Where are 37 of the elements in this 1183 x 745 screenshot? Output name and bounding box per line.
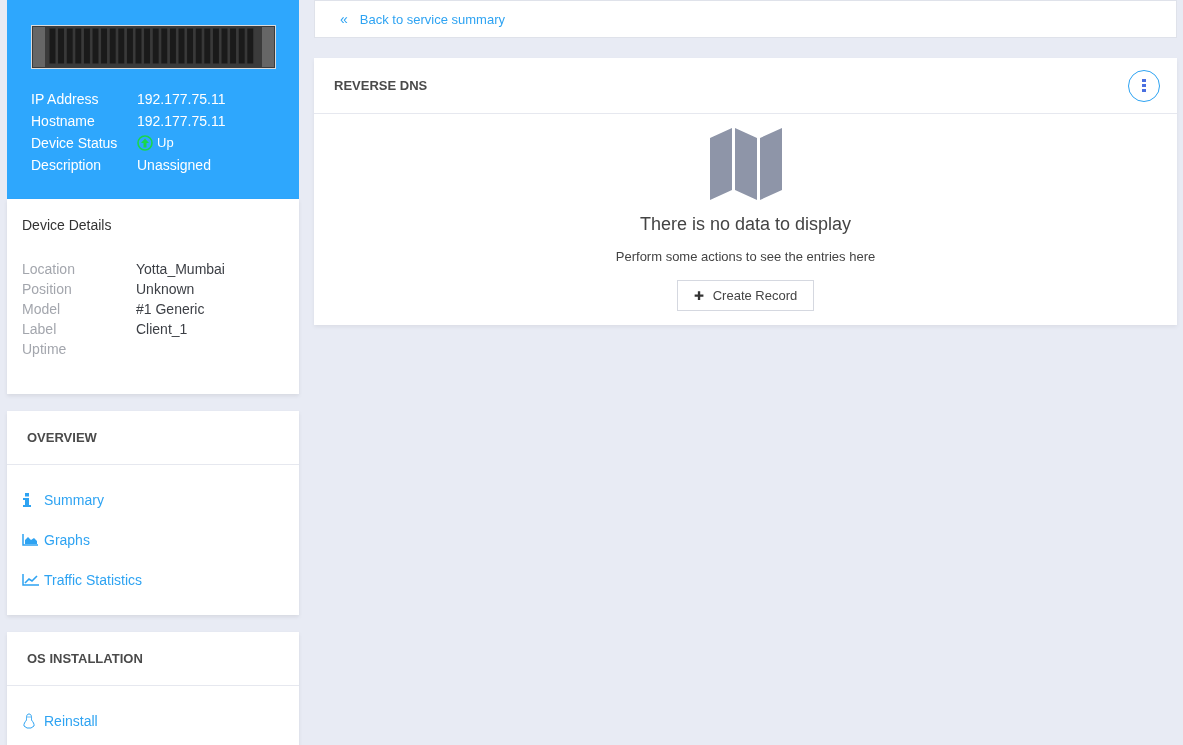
create-record-button[interactable]: ✚ Create Record (676, 280, 815, 311)
menu-link[interactable]: Summary (22, 491, 104, 509)
field-value: Client_1 (136, 320, 189, 339)
field-value: 192.177.75.11 (137, 90, 227, 109)
section-title: OS INSTALLATION (7, 632, 299, 686)
field-label: Location (22, 260, 76, 279)
field-label: IP Address (31, 90, 100, 109)
panel-title: REVERSE DNS (334, 78, 428, 93)
menu-link[interactable]: Graphs (22, 531, 90, 549)
empty-state-title: There is no data to display (639, 214, 852, 235)
field-value: Unknown (136, 280, 196, 299)
field-value: #1 Generic (136, 300, 206, 319)
empty-state-text: Perform some actions to see the entries here (615, 249, 876, 264)
field-label: Description (31, 156, 103, 175)
back-link[interactable]: « Back to service summary (340, 11, 505, 27)
field-label: Hostname (31, 112, 96, 131)
plus-icon: ✚ (693, 288, 704, 303)
field-value: Unassigned (137, 156, 212, 175)
menu-link[interactable]: Traffic Statistics (22, 571, 143, 589)
info-icon (22, 493, 32, 507)
field-label: Model (22, 300, 62, 319)
more-options-button[interactable] (1128, 69, 1160, 102)
vertical-dots-icon (1142, 79, 1146, 92)
folded-map-icon (709, 128, 782, 200)
menu-link[interactable]: Reinstall (22, 712, 98, 730)
double-chevron-icon: « (340, 11, 348, 27)
area-chart-icon (22, 534, 38, 546)
field-label: Uptime (22, 340, 68, 359)
field-label: Device Status (31, 134, 119, 153)
field-value: Yotta_Mumbai (136, 260, 226, 279)
field-value: 192.177.75.11 (137, 112, 227, 131)
field-label: Position (22, 280, 73, 299)
status-text: Up (157, 134, 174, 152)
section-title: Device Details (22, 217, 113, 233)
section-title: OVERVIEW (7, 411, 299, 465)
line-chart-icon (22, 574, 39, 586)
field-label: Label (22, 320, 58, 339)
